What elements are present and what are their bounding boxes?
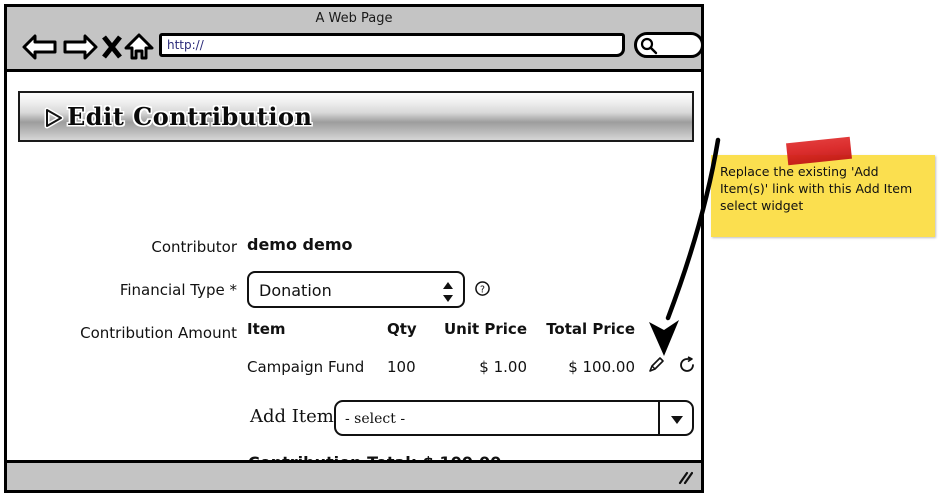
panel-header[interactable]: Edit Contribution: [18, 91, 694, 142]
back-arrow-icon[interactable]: [21, 32, 59, 66]
financial-type-label: Financial Type *: [119, 281, 237, 299]
home-icon[interactable]: [123, 32, 155, 66]
undo-icon[interactable]: [679, 356, 697, 374]
financial-type-select[interactable]: Donation: [247, 271, 465, 308]
stop-x-icon[interactable]: [99, 32, 125, 66]
add-item-select[interactable]: - select -: [334, 400, 694, 436]
contributor-value: demo demo: [247, 235, 353, 254]
column-header-item: Item: [247, 320, 286, 338]
browser-window: A Web Page http:// Edit Contribution Con…: [4, 4, 704, 493]
add-item-label: Add Item: [250, 406, 334, 427]
add-item-selected-value: - select -: [345, 411, 406, 427]
play-triangle-icon[interactable]: [42, 107, 64, 129]
table-row: Campaign Fund: [247, 358, 365, 376]
url-text: http://: [167, 38, 204, 52]
select-divider: [658, 402, 660, 434]
column-header-total-price: Total Price: [546, 320, 635, 338]
browser-chrome: A Web Page http://: [7, 7, 704, 72]
search-input[interactable]: [634, 32, 704, 58]
table-row: $ 100.00: [568, 358, 635, 376]
resize-grip-icon[interactable]: [677, 470, 693, 486]
svg-text:?: ?: [480, 284, 485, 295]
contribution-amount-label: Contribution Amount: [80, 324, 237, 342]
page-content: Edit Contribution Contributor demo demo …: [7, 72, 701, 460]
table-row: 100: [387, 358, 416, 376]
table-row: $ 1.00: [479, 358, 527, 376]
forward-arrow-icon[interactable]: [61, 32, 99, 66]
column-header-unit-price: Unit Price: [444, 320, 527, 338]
browser-footer: [7, 460, 701, 490]
annotation-sticky-note: Replace the existing 'Add Item(s)' link …: [711, 155, 935, 237]
financial-type-value: Donation: [259, 281, 332, 300]
stepper-arrows-icon[interactable]: [443, 282, 453, 302]
page-title: Edit Contribution: [67, 102, 313, 131]
url-input[interactable]: http://: [159, 33, 625, 57]
search-icon: [640, 37, 658, 55]
annotation-note-text: Replace the existing 'Add Item(s)' link …: [720, 164, 913, 213]
contribution-total: Contribution Total: $ 100.00: [248, 453, 501, 460]
contributor-label: Contributor: [151, 238, 237, 256]
pencil-icon[interactable]: [647, 356, 665, 374]
browser-window-title: A Web Page: [315, 11, 393, 26]
chevron-down-icon[interactable]: [671, 416, 683, 424]
column-header-qty: Qty: [387, 320, 417, 338]
financial-type-help-icon[interactable]: ?: [475, 281, 490, 296]
